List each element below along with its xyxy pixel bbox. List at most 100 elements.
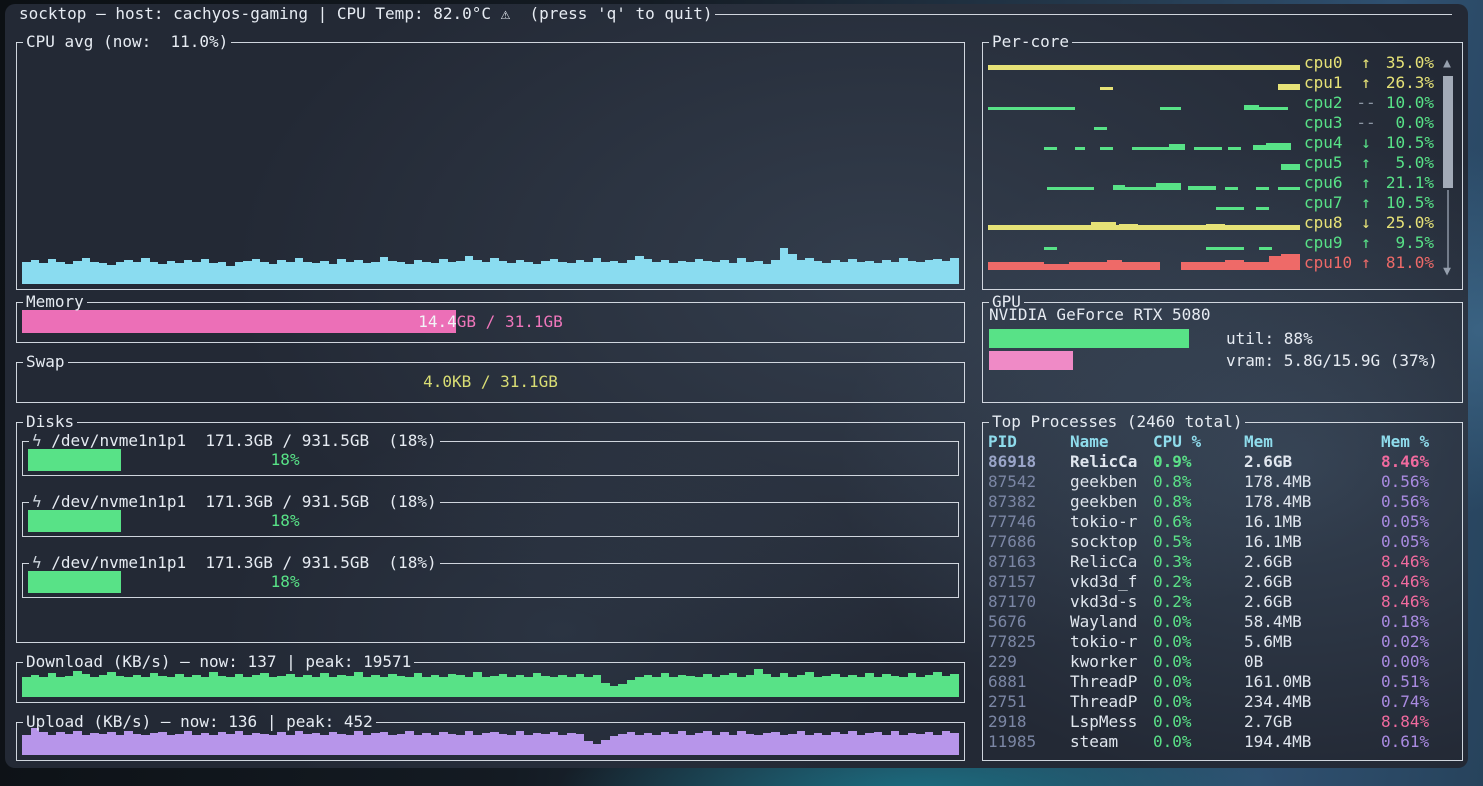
column-header: CPU % [1153,432,1244,452]
gpu-title: GPU [989,292,1024,312]
core-sparkline [988,212,1300,232]
titlebar: socktop — host: cachyos-gaming | CPU Tem… [19,4,1452,24]
disk-entry: ϟ /dev/nvme1n1p1 171.3GB / 931.5GB (18%)… [22,502,959,537]
gpu-vram-gauge [989,351,1216,370]
core-usage-value: 9.5% [1378,233,1434,252]
process-pid: 87163 [988,552,1070,572]
cpu-avg-title: CPU avg (now: 11.0%) [23,32,231,52]
disk-usage-gauge: 18% [28,449,542,471]
process-pid: 6881 [988,672,1070,692]
process-name: ThreadP [1070,672,1153,692]
upload-title: Upload (KB/s) — now: 136 | peak: 452 [23,712,376,732]
scrollbar-track[interactable] [1447,190,1449,272]
process-pid: 11985 [988,732,1070,752]
border-segment [231,42,965,43]
process-mem-pct: 0.18% [1381,612,1457,632]
process-mem-pct: 8.46% [1381,452,1457,472]
scroll-down-icon[interactable]: ▼ [1439,264,1455,280]
border-segment [87,302,965,303]
border-segment [16,662,23,663]
process-name: tokio-r [1070,512,1153,532]
download-panel: Download (KB/s) — now: 137 | peak: 19571 [16,662,965,703]
process-mem-pct: 8.46% [1381,592,1457,612]
memory-panel: Memory 14.4GB / 31.1GB 14.4GB / 31.1GB [16,302,965,343]
cpu-avg-panel: CPU avg (now: 11.0%) [16,42,965,290]
process-row: 86918RelicCa0.9%2.6GB8.46% [988,452,1457,472]
core-row: cpu3-- 0.0% [988,112,1434,132]
core-usage-value: 26.3% [1378,73,1434,92]
process-mem: 2.6GB [1244,552,1381,572]
process-pid: 77686 [988,532,1070,552]
processes-title: Top Processes (2460 total) [989,412,1245,432]
process-name: socktop [1070,532,1153,552]
core-sparkline [988,252,1300,272]
memory-label-off-fill: 14.4GB / 31.1GB [456,310,959,333]
gpu-panel: GPU NVIDIA GeForce RTX 5080 util: 88% vr… [982,302,1463,403]
core-name: cpu9 [1304,233,1354,252]
disk-entry: ϟ /dev/nvme1n1p1 171.3GB / 931.5GB (18%)… [22,441,959,476]
process-cpu: 0.2% [1153,592,1244,612]
process-cpu: 0.2% [1153,572,1244,592]
per-core-title: Per-core [989,32,1072,52]
border-segment [1024,302,1463,303]
gpu-util-fill [989,329,1189,348]
process-mem: 2.6GB [1244,452,1381,472]
process-mem: 2.7GB [1244,712,1381,732]
memory-label-on-fill: 14.4GB / 31.1GB [22,310,456,333]
process-mem: 58.4MB [1244,612,1381,632]
scrollbar-thumb[interactable] [1443,76,1453,188]
process-row: 87163RelicCa0.3%2.6GB8.46% [988,552,1457,572]
process-mem-pct: 0.05% [1381,532,1457,552]
process-name: geekben [1070,472,1153,492]
process-cpu: 0.8% [1153,472,1244,492]
process-row: 2918LspMess0.0%2.7GB8.84% [988,712,1457,732]
process-row: 5676Wayland0.0%58.4MB0.18% [988,612,1457,632]
process-cpu: 0.0% [1153,612,1244,632]
core-row: cpu0↑35.0% [988,52,1434,72]
process-cpu: 0.0% [1153,632,1244,652]
border-segment [1072,42,1463,43]
process-mem-pct: 0.61% [1381,732,1457,752]
gpu-vram-row: vram: 5.8G/15.9G (37%) [989,350,1456,370]
disk-gauge-label: 18% [28,449,542,471]
process-pid: 2918 [988,712,1070,732]
gpu-util-label: util: 88% [1226,329,1313,348]
process-name: RelicCa [1070,552,1153,572]
process-mem: 194.4MB [1244,732,1381,752]
process-cpu: 0.0% [1153,712,1244,732]
core-usage-value: 0.0% [1378,113,1434,132]
process-pid: 77825 [988,632,1070,652]
process-mem-pct: 0.02% [1381,632,1457,652]
core-trend-icon: -- [1354,113,1378,132]
scroll-up-icon[interactable]: ▲ [1439,56,1455,72]
process-name: Wayland [1070,612,1153,632]
core-name: cpu2 [1304,93,1354,112]
border-segment [16,362,23,363]
core-name: cpu0 [1304,53,1354,72]
process-row: 87157vkd3d_f0.2%2.6GB8.46% [988,572,1457,592]
gpu-util-row: util: 88% [989,328,1456,348]
core-usage-value: 5.0% [1378,153,1434,172]
process-mem-pct: 0.00% [1381,652,1457,672]
process-mem-pct: 0.74% [1381,692,1457,712]
process-name: RelicCa [1070,452,1153,472]
core-trend-icon: ↑ [1354,233,1378,252]
core-trend-icon: ↓ [1354,213,1378,232]
process-row: 2751ThreadP0.0%234.4MB0.74% [988,692,1457,712]
disk-icon: ϟ [32,431,42,450]
process-cpu: 0.3% [1153,552,1244,572]
swap-label: 4.0KB / 31.1GB [22,370,959,393]
core-row: cpu8↓25.0% [988,212,1434,232]
core-trend-icon: ↑ [1354,153,1378,172]
process-row: 229kworker0.0%0B0.00% [988,652,1457,672]
gpu-vram-label: vram: 5.8G/15.9G (37%) [1226,351,1438,370]
memory-title: Memory [23,292,87,312]
process-cpu: 0.0% [1153,652,1244,672]
core-sparkline [988,232,1300,252]
process-row: 6881ThreadP0.0%161.0MB0.51% [988,672,1457,692]
process-pid: 2751 [988,692,1070,712]
core-trend-icon: -- [1354,93,1378,112]
core-name: cpu1 [1304,73,1354,92]
process-cpu: 0.5% [1153,532,1244,552]
disk-usage-gauge: 18% [28,571,542,593]
